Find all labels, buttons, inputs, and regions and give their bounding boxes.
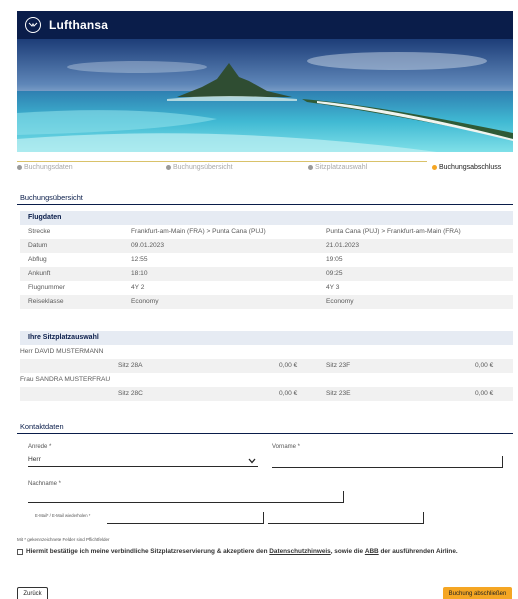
outbound-value: 4Y 2 bbox=[131, 284, 145, 291]
firstname-border bbox=[502, 456, 503, 468]
step-sitzplatzauswahl[interactable]: Sitzplatzauswahl bbox=[308, 164, 367, 171]
seat-outbound: Sitz 28A bbox=[118, 362, 143, 369]
table-row: Datum 09.01.2023 21.01.2023 bbox=[20, 239, 513, 253]
flight-table-header: Flugdaten bbox=[20, 211, 513, 225]
email-repeat-field[interactable] bbox=[268, 512, 424, 524]
firstname-underline bbox=[272, 467, 503, 468]
row-label: Reiseklasse bbox=[28, 298, 64, 305]
booking-progress: Buchungsdaten Buchungsübersicht Sitzplat… bbox=[17, 161, 513, 175]
step-label: Buchungsdaten bbox=[24, 164, 73, 171]
outbound-value: 12:55 bbox=[131, 256, 148, 263]
step-buchungsuebersicht[interactable]: Buchungsübersicht bbox=[166, 164, 233, 171]
finish-booking-button[interactable]: Buchung abschließen bbox=[443, 587, 512, 599]
site-header: Lufthansa bbox=[17, 11, 513, 39]
seats-header-label: Ihre Sitzplatzauswahl bbox=[28, 334, 99, 341]
step-label: Sitzplatzauswahl bbox=[315, 164, 368, 171]
table-row: Flugnummer 4Y 2 4Y 3 bbox=[20, 281, 513, 295]
lastname-label: Nachname * bbox=[28, 481, 62, 487]
consent-checkbox[interactable] bbox=[17, 548, 23, 555]
privacy-link[interactable]: Datenschutzhinweis bbox=[269, 548, 330, 555]
seat-return: Sitz 23E bbox=[326, 390, 351, 397]
salutation-label: Anrede * bbox=[28, 444, 52, 450]
table-row: Abflug 12:55 19:05 bbox=[20, 253, 513, 267]
consent-text: Hiermit bestätige ich meine verbindliche… bbox=[26, 548, 268, 555]
lastname-border bbox=[343, 491, 344, 503]
firstname-label: Vorname * bbox=[272, 444, 301, 450]
table-row: Reiseklasse Economy Economy bbox=[20, 295, 513, 309]
row-label: Flugnummer bbox=[28, 284, 66, 291]
step-dot-icon bbox=[17, 165, 22, 170]
progress-line bbox=[17, 161, 427, 162]
email-border bbox=[263, 512, 264, 524]
mandatory-note: Mit * gekennzeichnete Felder sind Pflich… bbox=[17, 537, 110, 542]
chevron-down-icon bbox=[248, 458, 256, 464]
seat-outbound: Sitz 28C bbox=[118, 390, 143, 397]
lastname-underline bbox=[28, 502, 344, 503]
seats-table: Ihre Sitzplatzauswahl Herr DAVID MUSTERM… bbox=[20, 331, 513, 401]
hero-image bbox=[17, 39, 513, 152]
salutation-select[interactable]: Herr bbox=[28, 454, 258, 467]
step-buchungsdaten[interactable]: Buchungsdaten bbox=[17, 164, 73, 171]
return-value: 19:05 bbox=[326, 256, 343, 263]
seats-table-header: Ihre Sitzplatzauswahl bbox=[20, 331, 513, 345]
email-label: E-Mail* / E-Mail wiederholen * bbox=[35, 513, 91, 518]
overview-divider bbox=[17, 204, 513, 205]
return-value: 09:25 bbox=[326, 270, 343, 277]
flight-table: Flugdaten Strecke Frankfurt-am-Main (FRA… bbox=[20, 211, 513, 309]
return-value: 4Y 3 bbox=[326, 284, 340, 291]
step-dot-icon bbox=[432, 165, 437, 170]
seat-return: Sitz 23F bbox=[326, 362, 351, 369]
price-outbound: 0,00 € bbox=[279, 390, 298, 397]
return-value: Punta Cana (PUJ) > Frankfurt-am-Main (FR… bbox=[326, 228, 461, 235]
table-row: Strecke Frankfurt-am-Main (FRA) > Punta … bbox=[20, 225, 513, 239]
price-return: 0,00 € bbox=[475, 362, 494, 369]
email-repeat-underline bbox=[268, 523, 424, 524]
table-row: Herr DAVID MUSTERMANN bbox=[20, 345, 513, 359]
salutation-value: Herr bbox=[28, 456, 41, 463]
booking-page: Lufthansa Buchungsdaten Buchungsübersich… bbox=[0, 0, 518, 599]
flight-header-label: Flugdaten bbox=[28, 214, 62, 221]
email-field[interactable] bbox=[107, 512, 264, 524]
step-dot-icon bbox=[308, 165, 313, 170]
table-row: Sitz 28A 0,00 € Sitz 23F 0,00 € bbox=[20, 359, 513, 373]
table-row: Frau SANDRA MUSTERFRAU bbox=[20, 373, 513, 387]
table-row: Ankunft 18:10 09:25 bbox=[20, 267, 513, 281]
step-buchungsabschluss[interactable]: Buchungsabschluss bbox=[432, 164, 501, 171]
email-underline bbox=[107, 523, 264, 524]
return-value: 21.01.2023 bbox=[326, 242, 360, 249]
consent-text-mid: , sowie die bbox=[330, 548, 364, 555]
table-row: Sitz 28C 0,00 € Sitz 23E 0,00 € bbox=[20, 387, 513, 401]
outbound-value: Economy bbox=[131, 298, 159, 305]
step-label: Buchungsabschluss bbox=[439, 164, 502, 171]
outbound-value: 09.01.2023 bbox=[131, 242, 165, 249]
return-value: Economy bbox=[326, 298, 354, 305]
firstname-field[interactable] bbox=[272, 456, 503, 468]
row-label: Strecke bbox=[28, 228, 51, 235]
contact-title: Kontaktdaten bbox=[20, 422, 64, 431]
price-outbound: 0,00 € bbox=[279, 362, 298, 369]
outbound-value: Frankfurt-am-Main (FRA) > Punta Cana (PU… bbox=[131, 228, 266, 235]
overview-title: Buchungsübersicht bbox=[20, 193, 83, 202]
row-label: Abflug bbox=[28, 256, 47, 263]
abb-link[interactable]: ABB bbox=[365, 548, 379, 555]
passenger-name: Frau SANDRA MUSTERFRAU bbox=[20, 376, 111, 383]
row-label: Ankunft bbox=[28, 270, 51, 277]
salutation-underline bbox=[28, 466, 258, 467]
contact-divider bbox=[17, 433, 513, 434]
passenger-name: Herr DAVID MUSTERMANN bbox=[20, 348, 104, 355]
crane-logo-icon[interactable] bbox=[25, 17, 41, 33]
row-label: Datum bbox=[28, 242, 48, 249]
email-repeat-border bbox=[423, 512, 424, 524]
back-button[interactable]: Zurück bbox=[17, 587, 48, 599]
brand-name[interactable]: Lufthansa bbox=[49, 18, 108, 32]
price-return: 0,00 € bbox=[475, 390, 494, 397]
step-dot-icon bbox=[166, 165, 171, 170]
lastname-field[interactable] bbox=[28, 491, 344, 503]
outbound-value: 18:10 bbox=[131, 270, 148, 277]
step-label: Buchungsübersicht bbox=[173, 164, 233, 171]
consent-text-suffix: der ausführenden Airline. bbox=[380, 548, 458, 555]
consent-row: Hiermit bestätige ich meine verbindliche… bbox=[17, 548, 458, 555]
